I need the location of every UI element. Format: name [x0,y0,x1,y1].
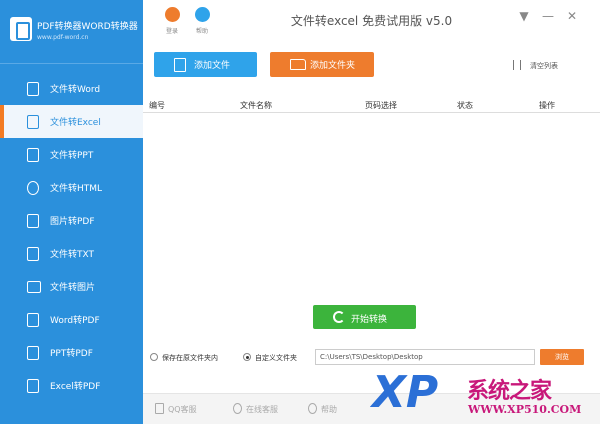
ppt-pdf-icon [27,345,39,360]
help-circle-icon [308,403,317,414]
file-icon [174,57,186,72]
qq-icon [155,403,164,414]
sidebar: PDF转换器WORD转换器 www.pdf-word.cn 文件转Word 文件… [0,0,143,424]
add-file-button[interactable]: 添加文件 [154,52,257,77]
minimize-button[interactable]: — [541,9,555,23]
output-path-field[interactable]: C:\Users\TS\Desktop\Desktop [315,349,535,365]
title-bar: 登录 帮助 文件转excel 免费试用版 v5.0 ▼ — ✕ [143,0,600,37]
sidebar-item-word-pdf[interactable]: Word转PDF [0,303,143,336]
sidebar-item-image[interactable]: 文件转图片 [0,270,143,303]
footer-help-link[interactable]: 帮助 [321,404,337,415]
sidebar-item-label: 文件转TXT [50,250,95,260]
refresh-icon [333,311,345,323]
excel-icon [27,114,39,129]
add-file-label: 添加文件 [194,61,231,71]
word-icon [27,81,39,96]
browse-button[interactable]: 浏览 [540,349,584,365]
close-button[interactable]: ✕ [565,9,579,23]
custom-folder-option[interactable]: 自定义文件夹 [243,351,313,365]
watermark-logo-text: XP [370,367,438,415]
custom-folder-label: 自定义文件夹 [255,354,297,362]
column-header-number: 编号 [149,101,165,110]
sidebar-item-html[interactable]: 文件转HTML [0,171,143,204]
save-original-label: 保存在原文件夹内 [162,354,218,362]
footer-qq-link[interactable]: QQ客服 [168,404,197,415]
logo-area: PDF转换器WORD转换器 www.pdf-word.cn [0,0,143,64]
sidebar-item-label: 文件转Excel [50,118,101,128]
start-convert-label: 开始转换 [351,315,388,325]
clear-list-button[interactable]: 清空列表 [530,61,558,71]
sidebar-item-label: Excel转PDF [50,382,101,392]
word-pdf-icon [27,312,39,327]
image-pdf-icon [27,213,39,228]
sidebar-item-txt[interactable]: 文件转TXT [0,237,143,270]
txt-icon [27,246,39,261]
sidebar-item-excel[interactable]: 文件转Excel [0,105,143,138]
add-folder-label: 添加文件夹 [310,61,356,71]
sidebar-item-label: 文件转HTML [50,184,103,194]
column-header-status: 状态 [457,101,473,110]
app-subtitle: www.pdf-word.cn [37,34,89,41]
sidebar-item-image-pdf[interactable]: 图片转PDF [0,204,143,237]
menu-dropdown-icon[interactable]: ▼ [517,9,531,23]
app-logo-icon [10,17,32,41]
sidebar-item-ppt[interactable]: 文件转PPT [0,138,143,171]
window-title: 文件转excel 免费试用版 v5.0 [290,14,453,28]
image-icon [27,280,41,293]
custom-folder-radio[interactable] [243,353,251,361]
save-original-option[interactable]: 保存在原文件夹内 [150,351,250,365]
sidebar-item-label: 文件转PPT [50,151,94,161]
sidebar-item-ppt-pdf[interactable]: PPT转PDF [0,336,143,369]
html-icon [27,180,39,195]
sidebar-item-label: 文件转图片 [50,283,96,293]
watermark-xp-logo: XP [370,367,438,415]
save-original-radio[interactable] [150,353,158,361]
trash-icon[interactable] [513,60,521,70]
start-convert-button[interactable]: 开始转换 [313,305,416,329]
sidebar-item-label: PPT转PDF [50,349,93,359]
watermark-title: 系统之家 [467,378,552,404]
folder-icon [290,59,306,70]
sidebar-item-label: 图片转PDF [50,217,95,227]
sidebar-item-label: Word转PDF [50,316,100,326]
sidebar-item-word[interactable]: 文件转Word [0,72,143,105]
file-table-header: 编号 文件名称 页码选择 状态 操作 [143,98,600,113]
watermark-url: WWW.XP510.COM [468,403,582,416]
app-title: PDF转换器WORD转换器 [37,22,138,32]
excel-pdf-icon [27,378,39,393]
sidebar-item-label: 文件转Word [50,85,101,95]
support-icon [233,403,242,414]
sidebar-item-excel-pdf[interactable]: Excel转PDF [0,369,143,402]
file-table-body[interactable] [143,113,600,293]
ppt-icon [27,147,39,162]
footer-online-support-link[interactable]: 在线客服 [246,404,278,415]
column-header-action: 操作 [539,101,555,110]
add-folder-button[interactable]: 添加文件夹 [270,52,374,77]
column-header-filename: 文件名称 [240,101,272,110]
column-header-pages: 页码选择 [365,101,397,110]
